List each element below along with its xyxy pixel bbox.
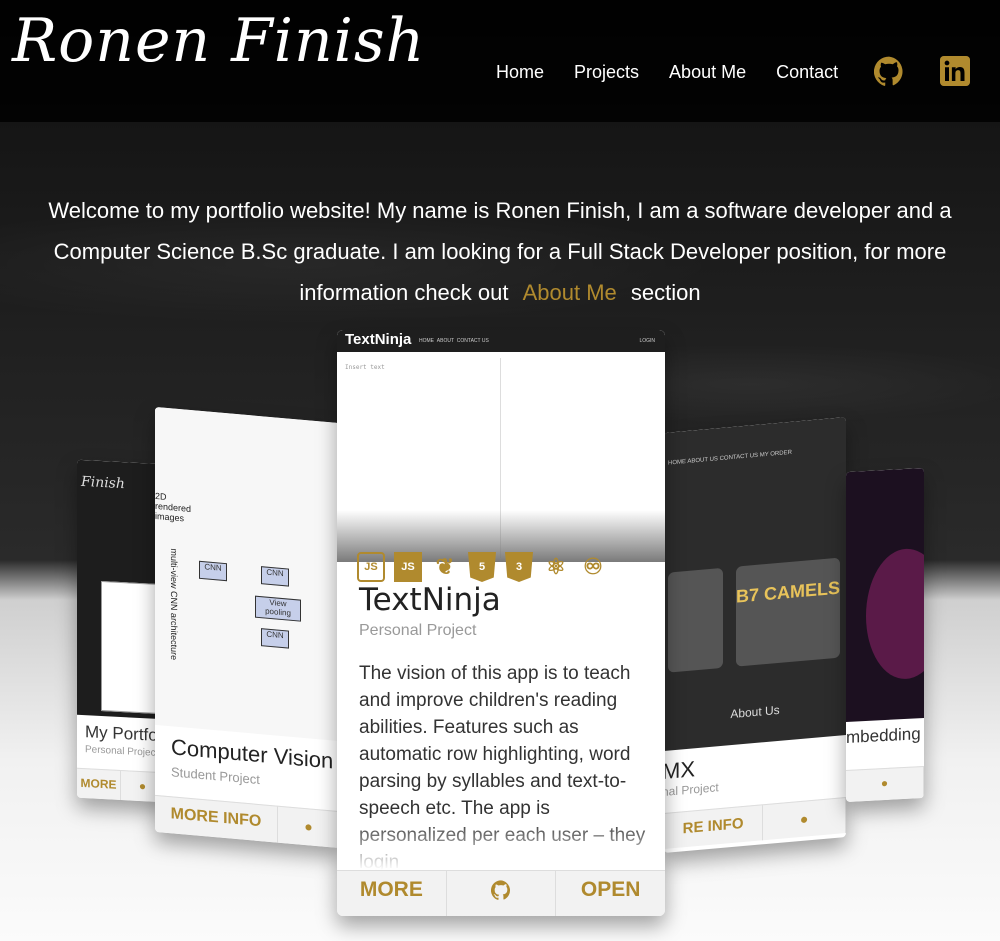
css3-icon: 3	[505, 552, 533, 582]
card-footer: ●	[846, 765, 924, 803]
nav-projects[interactable]: Projects	[574, 62, 639, 83]
card-subtitle: Personal Project	[359, 622, 477, 639]
screenshot-placeholder: Insert text	[345, 364, 385, 371]
more-info-button[interactable]: RE INFO	[664, 805, 764, 849]
nodejs-icon: JS	[357, 552, 385, 582]
screenshot-shirt	[668, 567, 723, 673]
js-icon: JS	[394, 552, 422, 582]
nav-contact[interactable]: Contact	[776, 62, 838, 83]
screenshot-nav: HOME ABOUT CONTACT US	[419, 338, 489, 344]
site-header: Ronen Finish Home Projects About Me Cont…	[0, 0, 1000, 122]
more-button[interactable]: MORE	[77, 768, 121, 800]
tech-icons: JS JS ❦ 5 3 ⚛ ♾	[357, 552, 607, 582]
screenshot-about: About Us	[730, 702, 780, 722]
screenshot-nav: HOME ABOUT US CONTACT US MY ORDER	[668, 449, 792, 467]
screenshot-graph	[866, 546, 924, 681]
screenshot-topbar: TextNinja HOME ABOUT CONTACT US LOGIN	[337, 330, 665, 352]
screenshot-shirt: B7 CAMELS	[736, 557, 840, 667]
screenshot-caption: 2D rendered images	[155, 490, 192, 524]
card-subtitle: Student Project	[171, 764, 260, 788]
project-card-embedding[interactable]: mbedding ●	[846, 467, 924, 803]
card-footer: MORE OPEN	[337, 870, 665, 916]
welcome-body: Welcome to my portfolio website! My name…	[48, 198, 952, 305]
project-card-computer-vision[interactable]: 2D rendered images multi-view CNN archit…	[155, 406, 340, 849]
screenshot-login: LOGIN	[639, 338, 655, 344]
card-title: mbedding	[846, 724, 921, 748]
project-card-portfolio[interactable]: Finish My Portfol Personal Project MORE …	[77, 459, 165, 803]
card-footer: MORE INFO ●	[155, 794, 340, 849]
screenshot-pooling-box: View pooling	[255, 595, 301, 622]
linkedin-icon[interactable]	[940, 56, 970, 91]
more-info-button[interactable]: MORE INFO	[155, 795, 278, 843]
react-icon: ⚛	[546, 554, 566, 579]
welcome-tail: section	[630, 280, 701, 305]
card-title: TextNinja	[359, 582, 501, 618]
card-subtitle: Personal Project	[85, 744, 159, 759]
main-nav: Home Projects About Me Contact	[496, 62, 868, 83]
screenshot-cnn-box: CNN	[261, 566, 289, 587]
card-footer: MORE ●	[77, 767, 165, 803]
github-link-icon[interactable]: ●	[763, 798, 846, 841]
github-link-icon[interactable]: ●	[278, 806, 340, 849]
github-link-icon[interactable]: ●	[846, 766, 924, 803]
card-footer: RE INFO ●	[664, 797, 846, 849]
project-screenshot: 2D rendered images multi-view CNN archit…	[155, 406, 340, 742]
project-screenshot: TextNinja HOME ABOUT CONTACT US LOGIN In…	[337, 330, 665, 562]
nav-about-me[interactable]: About Me	[669, 62, 746, 83]
more-button[interactable]: MORE	[337, 871, 447, 916]
screenshot-cnn-box: CNN	[261, 628, 289, 649]
github-icon[interactable]	[873, 56, 904, 91]
open-button[interactable]: OPEN	[556, 871, 665, 916]
about-me-link[interactable]: About Me	[523, 280, 617, 305]
site-logo[interactable]: Ronen Finish	[12, 6, 425, 76]
project-screenshot: Finish	[77, 459, 165, 720]
project-card-mx[interactable]: HOME ABOUT US CONTACT US MY ORDER B7 CAM…	[664, 417, 846, 853]
screenshot-card	[101, 580, 161, 715]
screenshot-cnn-box: CNN	[199, 560, 227, 582]
card-title: MX	[664, 756, 695, 785]
nav-home[interactable]: Home	[496, 62, 544, 83]
screenshot-logo: Finish	[81, 473, 125, 493]
github-link-icon[interactable]	[447, 871, 557, 916]
project-card-textninja[interactable]: TextNinja HOME ABOUT CONTACT US LOGIN In…	[337, 330, 665, 916]
mongodb-icon: ❦	[435, 554, 455, 579]
description-fade	[337, 820, 665, 870]
screenshot-side-label: multi-view CNN architecture	[169, 548, 179, 661]
project-screenshot	[846, 467, 924, 723]
project-screenshot: HOME ABOUT US CONTACT US MY ORDER B7 CAM…	[664, 417, 846, 751]
welcome-text: Welcome to my portfolio website! My name…	[20, 190, 980, 313]
card-title: My Portfol	[85, 722, 162, 746]
screenshot-title: TextNinja	[345, 331, 412, 348]
html5-icon: 5	[468, 552, 496, 582]
redux-icon: ♾	[583, 554, 603, 579]
